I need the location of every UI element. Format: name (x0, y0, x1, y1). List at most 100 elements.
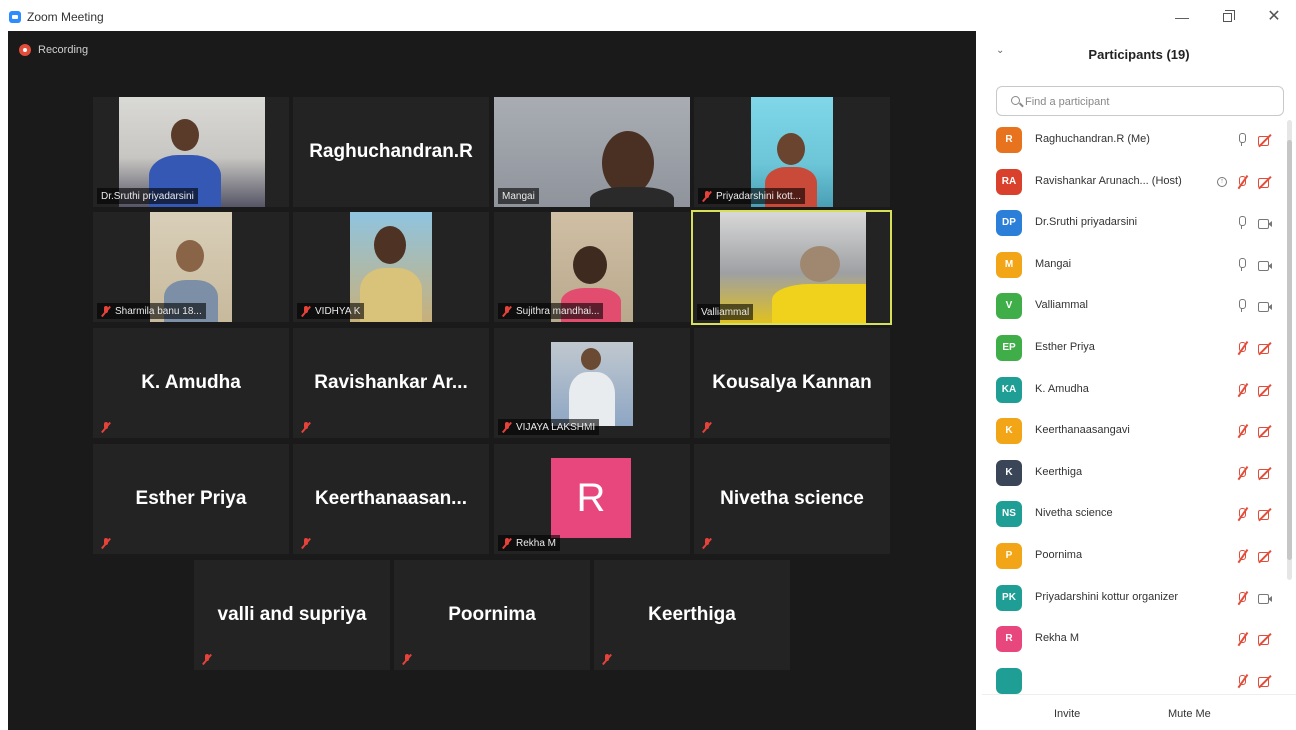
participant-row[interactable]: DP Dr.Sruthi priyadarsini (982, 203, 1278, 245)
video-tile-sruthi[interactable]: Dr.Sruthi priyadarsini (93, 97, 289, 207)
video-camera-icon[interactable] (1258, 218, 1273, 230)
participant-row[interactable]: R Rekha M (982, 619, 1278, 661)
avatar: DP (996, 210, 1022, 237)
mic-off-icon (101, 537, 111, 549)
minimize-button[interactable]: — (1171, 8, 1193, 26)
participant-name: Dr.Sruthi priyadarsini (1035, 216, 1138, 229)
participant-row[interactable]: PK Priyadarshini kottur organizer (982, 578, 1278, 620)
participant-list-scrollbar[interactable] (1287, 120, 1292, 580)
search-icon (1011, 96, 1020, 105)
participant-name: Rekha M (516, 537, 557, 549)
mic-off-icon[interactable] (1236, 175, 1248, 190)
restore-button[interactable] (1216, 8, 1238, 26)
participant-row[interactable]: V Valliammal (982, 286, 1278, 328)
video-tile-poornima[interactable]: Poornima (394, 560, 590, 670)
tile-name-label (97, 419, 115, 435)
participant-row[interactable]: EP Esther Priya (982, 328, 1278, 370)
tile-name-label: Rekha M (498, 535, 561, 551)
search-input[interactable] (1025, 93, 1265, 111)
mic-off-icon[interactable] (1236, 507, 1248, 522)
zoom-icon (9, 11, 21, 23)
video-off-icon[interactable] (1258, 343, 1273, 354)
mic-off-icon[interactable] (1236, 424, 1248, 439)
video-tile-valli-supriya[interactable]: valli and supriya (194, 560, 390, 670)
participant-figure (176, 240, 204, 272)
participant-list: R Raghuchandran.R (Me) RA Ravishankar Aruna… (982, 120, 1296, 694)
video-tile-priyadarshini[interactable]: Priyadarshini kott... (694, 97, 890, 207)
video-off-icon[interactable] (1258, 634, 1273, 646)
mic-off-icon (301, 305, 311, 317)
video-tile-ravishankar[interactable]: Ravishankar Ar... (293, 328, 489, 438)
video-tile-sujithra[interactable]: Sujithra mandhai... (494, 212, 690, 322)
mic-off-icon[interactable] (1236, 674, 1248, 689)
video-tile-nivetha[interactable]: Nivetha science (694, 444, 890, 554)
video-off-icon[interactable] (1258, 177, 1273, 188)
video-tile-mangai[interactable]: Mangai (494, 97, 690, 207)
video-camera-icon[interactable] (1258, 593, 1273, 604)
video-tile-keerthanaasangavi[interactable]: Keerthanaasan... (293, 444, 489, 554)
video-tile-raghuchandran[interactable]: Raghuchandran.R (293, 97, 489, 207)
video-off-icon[interactable] (1258, 551, 1273, 562)
mic-icon[interactable] (1236, 133, 1248, 148)
video-tile-keerthiga[interactable]: Keerthiga (594, 560, 790, 670)
participant-name: Poornima (448, 604, 536, 625)
participant-row[interactable]: RA Ravishankar Arunach... (Host) ↑ (982, 162, 1278, 204)
participant-row[interactable]: K Keerthiga (982, 453, 1278, 495)
participant-name: K. Amudha (1035, 382, 1089, 395)
avatar: NS (996, 501, 1022, 528)
participant-name: Priyadarshini kottur organizer (1035, 590, 1179, 603)
mic-off-icon[interactable] (1236, 549, 1248, 564)
participant-row[interactable]: P Poornima (982, 536, 1278, 578)
mic-off-icon[interactable] (1236, 341, 1248, 356)
participant-figure (573, 246, 607, 284)
video-off-icon[interactable] (1258, 135, 1273, 146)
participant-row[interactable]: R Raghuchandran.R (Me) (982, 120, 1278, 162)
participant-row[interactable]: NS Nivetha science (982, 494, 1278, 536)
mic-off-icon[interactable] (1236, 591, 1248, 606)
video-camera-icon[interactable] (1258, 260, 1273, 271)
participant-name: Raghuchandran.R (309, 141, 473, 162)
participant-row[interactable] (982, 661, 1278, 694)
tile-name-label (398, 651, 416, 667)
participant-figure (360, 268, 422, 322)
video-tile-amudha[interactable]: K. Amudha (93, 328, 289, 438)
close-button[interactable]: ✕ (1263, 8, 1285, 26)
video-off-icon[interactable] (1258, 468, 1273, 479)
mic-icon[interactable] (1236, 216, 1248, 231)
mic-icon[interactable] (1236, 257, 1248, 273)
mic-off-icon (702, 537, 712, 549)
tile-name-label: Valliammal (697, 304, 754, 320)
video-camera-icon[interactable] (1258, 301, 1273, 313)
mic-off-icon (502, 421, 512, 433)
video-tile-vidhya[interactable]: VIDHYA K (293, 212, 489, 322)
video-off-icon[interactable] (1258, 426, 1273, 438)
participant-figure (569, 372, 615, 426)
participant-row[interactable]: KA K. Amudha (982, 370, 1278, 412)
participant-name: Rekha M (1035, 632, 1080, 645)
mic-off-icon (101, 421, 111, 433)
mic-off-icon (101, 305, 111, 317)
participants-title: Participants (19) (1088, 47, 1190, 62)
mic-off-icon (402, 653, 412, 665)
video-tile-vijaya-lakshmi[interactable]: VIJAYA LAKSHMI (494, 328, 690, 438)
invite-button[interactable]: Invite (1046, 703, 1088, 725)
participant-row[interactable]: K Keerthanaasangavi (982, 411, 1278, 453)
video-tile-esther[interactable]: Esther Priya (93, 444, 289, 554)
video-tile-sharmila[interactable]: Sharmila banu 18... (93, 212, 289, 322)
participant-figure (581, 348, 601, 370)
scrollbar-thumb[interactable] (1287, 140, 1292, 560)
mic-off-icon[interactable] (1236, 383, 1248, 398)
recording-indicator[interactable]: Recording (19, 43, 88, 57)
participant-row[interactable]: M Mangai (982, 245, 1278, 287)
mic-icon[interactable] (1236, 299, 1248, 314)
mute-me-button[interactable]: Mute Me (1160, 703, 1219, 725)
video-off-icon[interactable] (1258, 509, 1273, 521)
video-off-icon[interactable] (1258, 676, 1273, 687)
video-tile-kousalya[interactable]: Kousalya Kannan (694, 328, 890, 438)
video-off-icon[interactable] (1258, 385, 1273, 396)
mic-off-icon[interactable] (1236, 466, 1248, 481)
mic-off-icon[interactable] (1236, 632, 1248, 647)
recording-label: Recording (38, 44, 89, 56)
video-tile-valliammal-active-speaker[interactable]: Valliammal (691, 210, 892, 325)
video-tile-rekha[interactable]: R Rekha M (494, 444, 690, 554)
